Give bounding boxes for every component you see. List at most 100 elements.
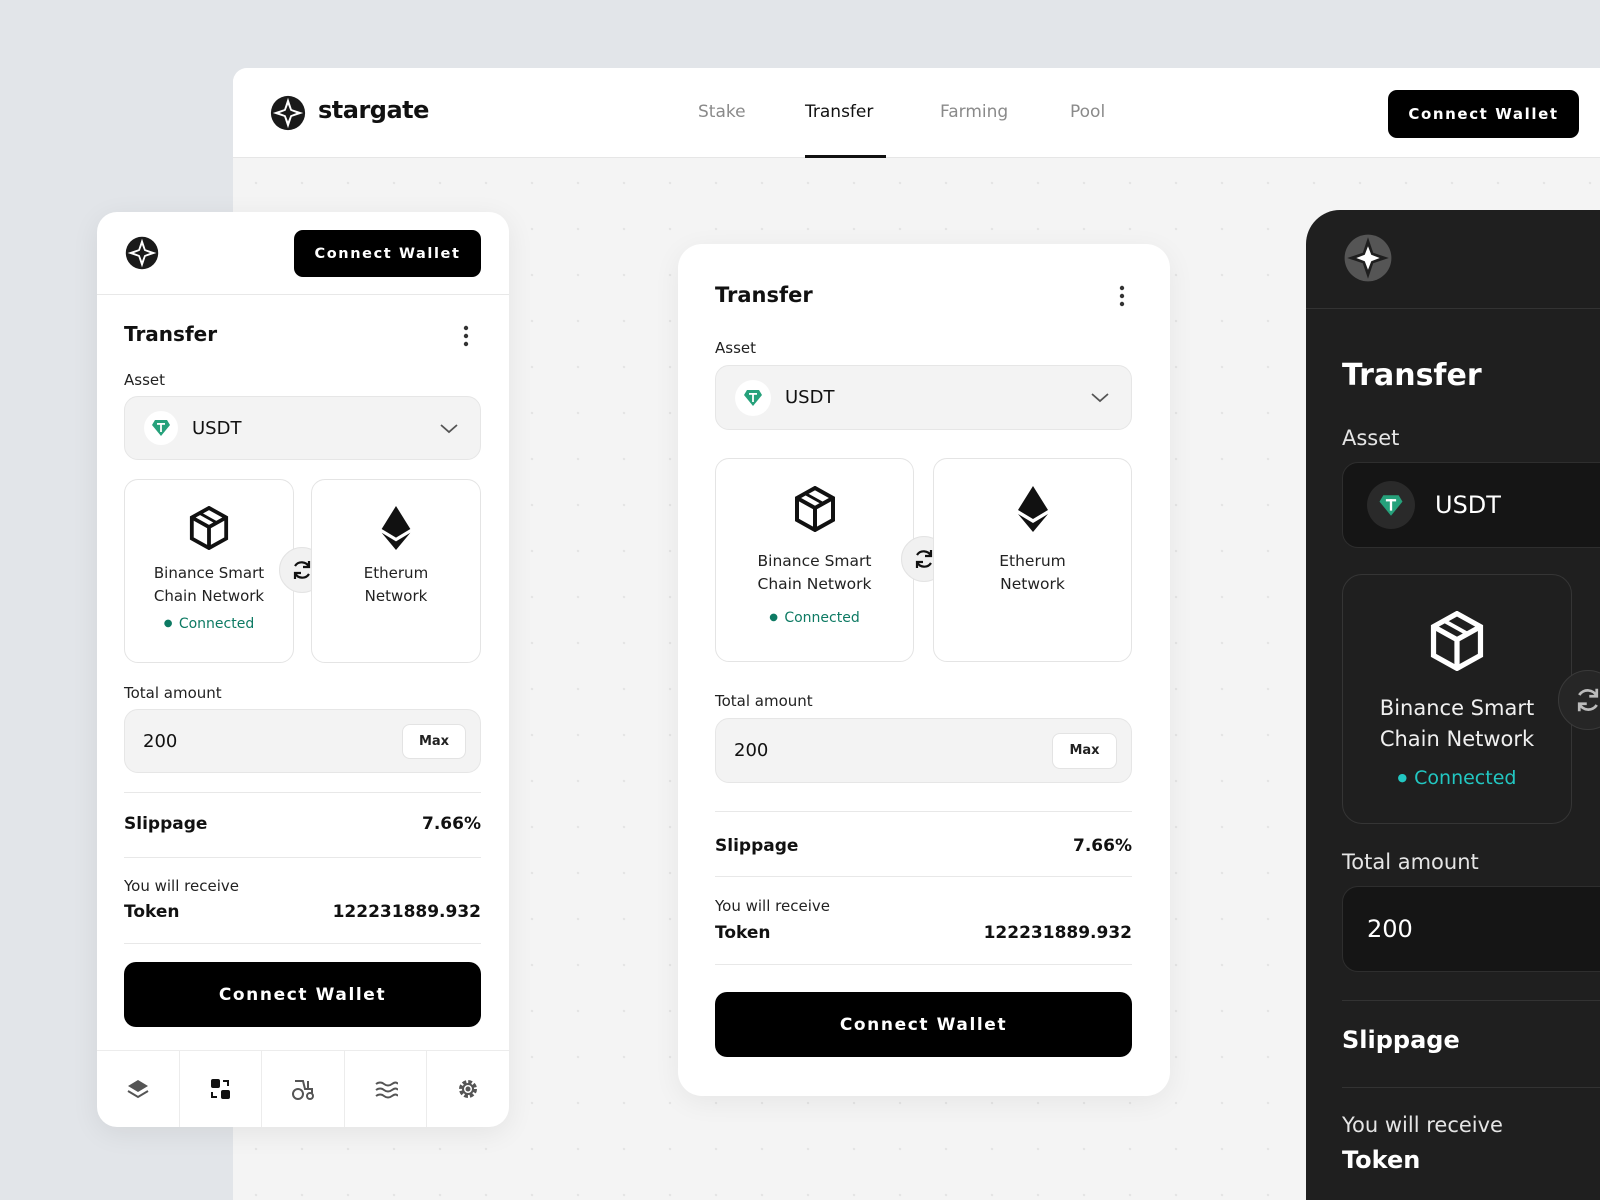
amount-input[interactable]: 200 Max bbox=[715, 718, 1132, 783]
dark-slippage-label: Slippage bbox=[1342, 1026, 1460, 1054]
target-network-name-2: Network bbox=[1000, 575, 1065, 593]
bottom-tab-bar bbox=[97, 1050, 509, 1127]
amount-label: Total amount bbox=[715, 692, 813, 710]
divider bbox=[715, 811, 1132, 812]
tab-settings[interactable] bbox=[427, 1051, 509, 1127]
nav-pool[interactable]: Pool bbox=[1070, 102, 1105, 122]
dark-connected-status: ● Connected bbox=[1397, 767, 1517, 789]
asset-select[interactable]: USDT bbox=[715, 365, 1132, 430]
tab-pool[interactable] bbox=[345, 1051, 428, 1127]
slippage-value: 7.66% bbox=[1073, 836, 1132, 856]
divider bbox=[715, 876, 1132, 877]
slippage-label: Slippage bbox=[715, 836, 799, 856]
nav-stake[interactable]: Stake bbox=[698, 102, 746, 122]
source-network-card[interactable]: Binance Smart Chain Network ● Connected bbox=[715, 458, 914, 662]
token-row: Token 122231889.932 bbox=[715, 919, 1132, 947]
mobile-amount-label: Total amount bbox=[124, 684, 222, 702]
more-options-icon[interactable] bbox=[1112, 284, 1132, 308]
refresh-icon bbox=[1577, 688, 1599, 712]
divider bbox=[124, 857, 481, 858]
waves-icon bbox=[374, 1081, 398, 1099]
dark-token-label: Token bbox=[1342, 1146, 1421, 1174]
mobile-card: Connect Wallet Transfer Asset USDT Binan… bbox=[97, 212, 509, 1127]
stargate-logo-icon[interactable] bbox=[1342, 232, 1394, 284]
transfer-icon bbox=[211, 1079, 231, 1099]
tab-transfer[interactable] bbox=[180, 1051, 263, 1127]
dark-amount-value: 200 bbox=[1367, 915, 1413, 943]
dark-transfer-title: Transfer bbox=[1342, 358, 1482, 393]
tether-icon bbox=[735, 379, 771, 416]
mobile-token-label: Token bbox=[124, 902, 180, 922]
mobile-source-network-card[interactable]: Binance Smart Chain Network ● Connected bbox=[124, 479, 294, 663]
top-navbar: stargate Stake Transfer Farming Pool Con… bbox=[233, 68, 1600, 158]
divider bbox=[1342, 1000, 1600, 1001]
connected-status-text: Connected bbox=[784, 610, 860, 626]
tab-farming[interactable] bbox=[262, 1051, 345, 1127]
nav-transfer[interactable]: Transfer bbox=[805, 102, 873, 122]
target-network-card[interactable]: Etherum Network bbox=[933, 458, 1132, 662]
target-network-name-1: Etherum bbox=[999, 552, 1066, 570]
stargate-logo-icon[interactable] bbox=[124, 234, 160, 272]
mobile-transfer-title: Transfer bbox=[124, 322, 218, 346]
mobile-slippage-row: Slippage 7.66% bbox=[124, 810, 481, 838]
amount-value: 200 bbox=[734, 740, 769, 761]
dark-amount-label: Total amount bbox=[1342, 850, 1479, 874]
token-label: Token bbox=[715, 923, 771, 943]
mobile-slippage-label: Slippage bbox=[124, 814, 208, 834]
divider bbox=[1342, 1087, 1600, 1088]
dark-theme-card: Transfer Asset USDT Binance Smart Chain … bbox=[1306, 210, 1600, 1200]
stargate-logo-icon[interactable] bbox=[269, 94, 307, 132]
asset-value: USDT bbox=[785, 387, 835, 408]
mobile-max-button[interactable]: Max bbox=[402, 723, 466, 759]
dark-asset-label: Asset bbox=[1342, 426, 1400, 450]
dark-asset-select[interactable]: USDT bbox=[1342, 462, 1600, 548]
mobile-connected-status: ● Connected bbox=[163, 616, 255, 632]
dark-amount-input[interactable]: 200 bbox=[1342, 886, 1600, 972]
mobile-target-name-2: Network bbox=[364, 587, 428, 605]
mobile-source-name-1: Binance Smart bbox=[153, 564, 265, 582]
slippage-row: Slippage 7.66% bbox=[715, 832, 1132, 860]
divider bbox=[97, 294, 509, 295]
dark-receive-label: You will receive bbox=[1342, 1113, 1503, 1137]
tether-icon bbox=[1367, 481, 1415, 529]
max-button[interactable]: Max bbox=[1052, 732, 1117, 769]
mobile-receive-label: You will receive bbox=[124, 877, 239, 895]
connect-wallet-button[interactable]: Connect Wallet bbox=[715, 992, 1132, 1057]
source-network-name-2: Chain Network bbox=[757, 575, 872, 593]
nav-farming[interactable]: Farming bbox=[940, 102, 1008, 122]
token-value: 122231889.932 bbox=[983, 923, 1132, 943]
mobile-header-connect-button[interactable]: Connect Wallet bbox=[294, 230, 481, 277]
dark-source-network-card[interactable]: Binance Smart Chain Network ● Connected bbox=[1342, 574, 1572, 824]
nav-active-indicator bbox=[805, 155, 886, 158]
asset-label: Asset bbox=[715, 339, 757, 357]
mobile-more-options-icon[interactable] bbox=[456, 324, 476, 348]
connected-status: ● Connected bbox=[769, 610, 860, 626]
binance-icon bbox=[793, 485, 837, 533]
dark-source-name-1: Binance Smart bbox=[1379, 696, 1535, 720]
tab-stake[interactable] bbox=[97, 1051, 180, 1127]
dark-connected-status-text: Connected bbox=[1414, 767, 1517, 789]
source-network-name-1: Binance Smart bbox=[757, 552, 872, 570]
binance-icon bbox=[1428, 610, 1486, 672]
mobile-token-row: Token 122231889.932 bbox=[124, 898, 481, 926]
mobile-target-network-card[interactable]: Etherum Network bbox=[311, 479, 481, 663]
dark-asset-value: USDT bbox=[1435, 491, 1501, 519]
brand-name: stargate bbox=[318, 96, 429, 124]
mobile-target-name-1: Etherum bbox=[363, 564, 429, 582]
binance-icon bbox=[188, 505, 230, 551]
divider bbox=[715, 964, 1132, 965]
divider bbox=[124, 943, 481, 944]
divider bbox=[1306, 308, 1600, 309]
mobile-connected-status-text: Connected bbox=[178, 616, 255, 632]
mobile-connect-wallet-button[interactable]: Connect Wallet bbox=[124, 962, 481, 1027]
mobile-amount-value: 200 bbox=[143, 730, 178, 752]
header-connect-wallet-button[interactable]: Connect Wallet bbox=[1388, 90, 1579, 138]
mobile-amount-input[interactable]: 200 Max bbox=[124, 709, 481, 773]
divider bbox=[124, 792, 481, 793]
mobile-asset-label: Asset bbox=[124, 371, 166, 389]
dark-source-name-2: Chain Network bbox=[1379, 727, 1535, 751]
chevron-down-icon bbox=[440, 419, 458, 438]
receive-label: You will receive bbox=[715, 897, 830, 915]
mobile-asset-select[interactable]: USDT bbox=[124, 396, 481, 460]
ethereum-icon bbox=[381, 506, 411, 550]
